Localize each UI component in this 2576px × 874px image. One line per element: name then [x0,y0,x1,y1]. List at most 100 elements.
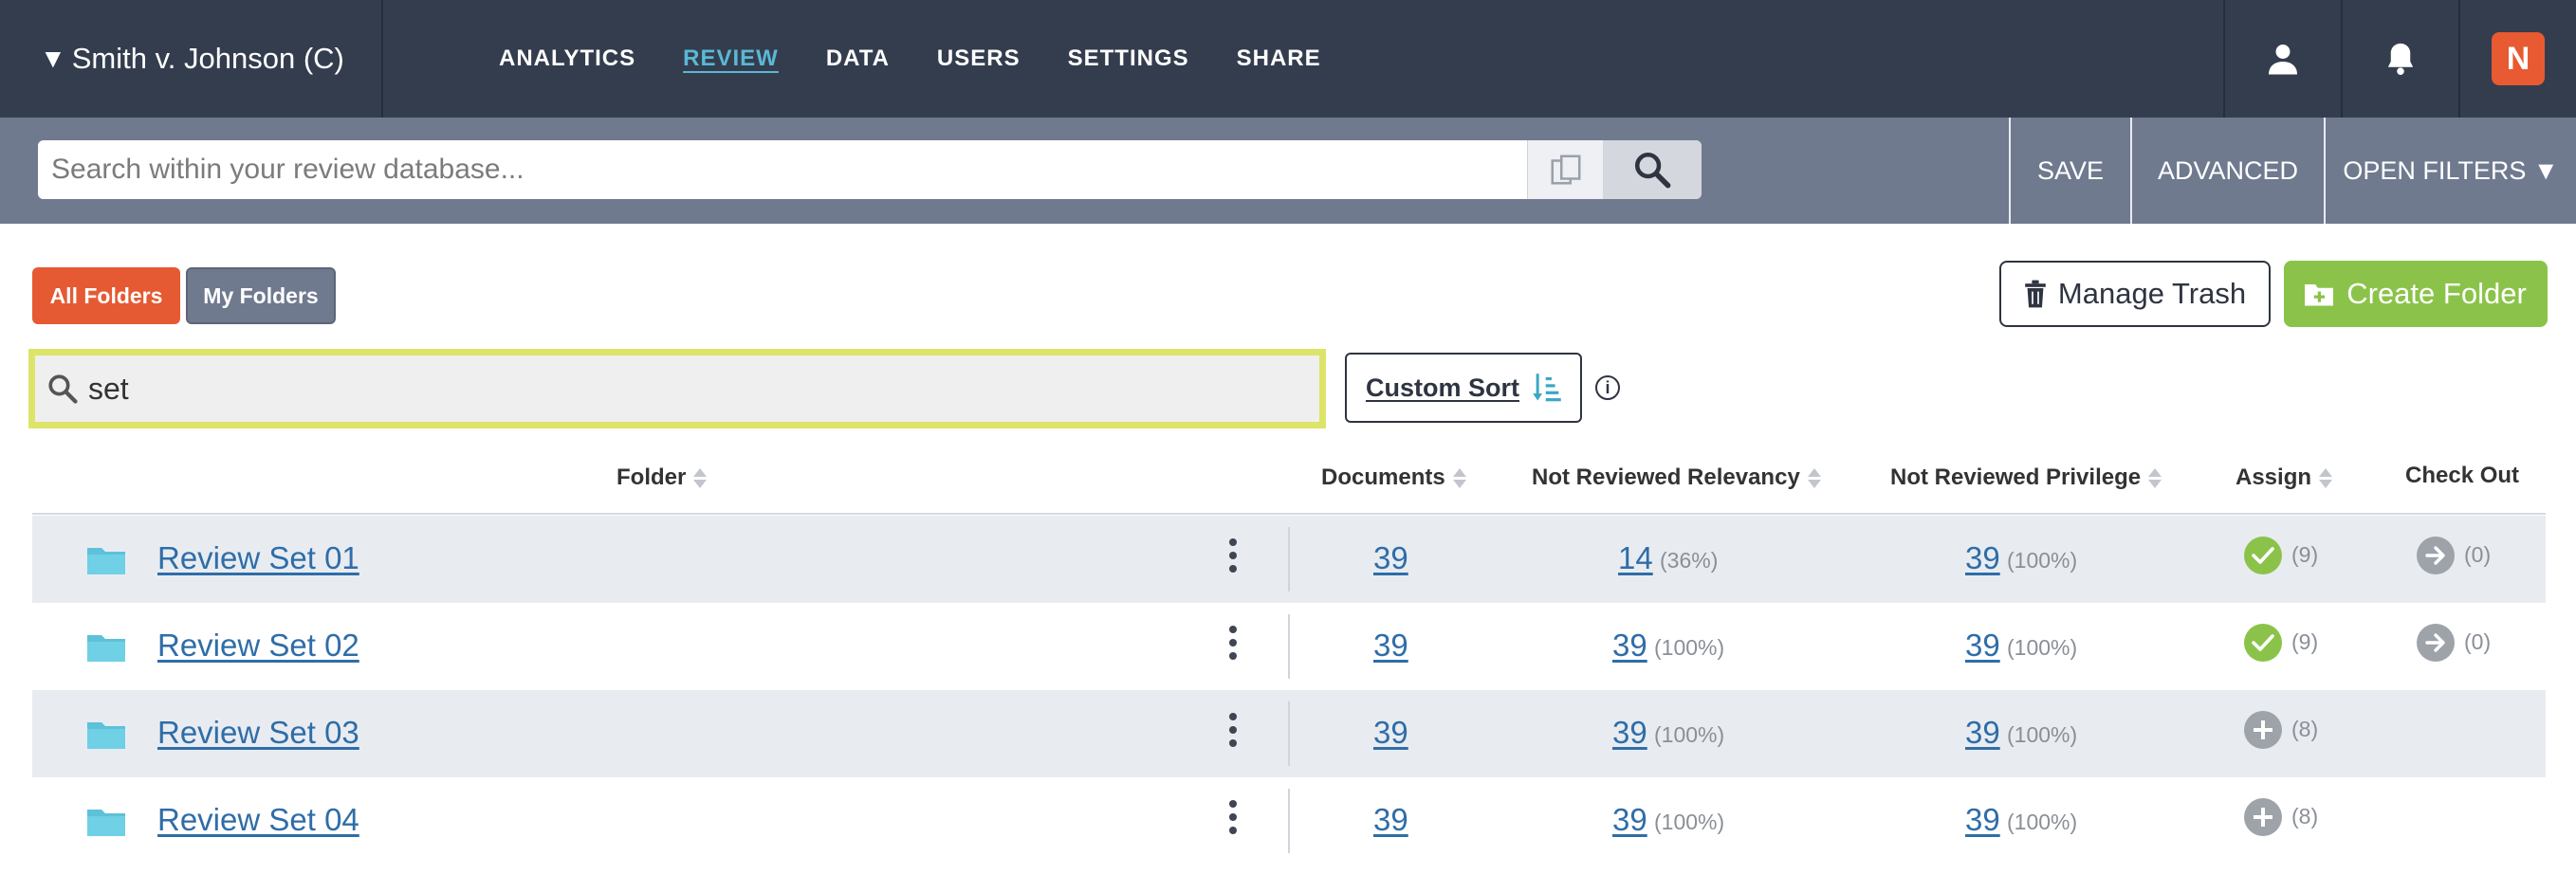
column-divider [1288,789,1290,853]
folder-plus-icon [2305,284,2334,306]
column-not-reviewed-privilege[interactable]: Not Reviewed Privilege [1890,464,2162,491]
relevancy-count-link[interactable]: 39 [1612,715,1647,751]
assigned-check-icon[interactable] [2244,537,2282,574]
create-folder-label: Create Folder [2346,277,2527,310]
sort-arrows-icon [1807,467,1821,488]
folder-name-link[interactable]: Review Set 02 [157,628,359,664]
top-nav-bar: ▼ Smith v. Johnson (C) ANALYTICS REVIEW … [0,0,2576,118]
relevancy-count-link[interactable]: 14 [1618,540,1653,576]
table-header-divider [32,513,2546,515]
folder-name-link[interactable]: Review Set 03 [157,715,359,751]
search-button[interactable] [1603,140,1702,199]
search-bar: SAVE ADVANCED OPEN FILTERS ▼ [0,118,2576,224]
folder-icon [87,635,125,662]
relevancy-percent: (100%) [1654,722,1725,747]
nav-share[interactable]: SHARE [1237,46,1321,72]
column-relevancy-label: Not Reviewed Relevancy [1532,464,1800,490]
manage-trash-button[interactable]: Manage Trash [1999,261,2271,327]
documents-count-link[interactable]: 39 [1373,540,1408,576]
nav-analytics[interactable]: ANALYTICS [499,46,635,72]
assign-plus-icon[interactable] [2244,798,2282,836]
assign-count: (8) [2291,717,2319,741]
folder-icon [87,810,125,836]
relevancy-percent: (100%) [1654,810,1725,834]
checkout-count: (0) [2464,542,2492,567]
more-options-icon[interactable] [1229,713,1237,747]
folder-name-link[interactable]: Review Set 01 [157,540,359,576]
open-filters-button[interactable]: OPEN FILTERS ▼ [2324,118,2576,224]
relevancy-count-link[interactable]: 39 [1612,628,1647,664]
save-search-button[interactable]: SAVE [2009,118,2130,224]
assign-count: (9) [2291,629,2319,654]
all-folders-button[interactable]: All Folders [32,267,180,324]
main-nav: ANALYTICS REVIEW DATA USERS SETTINGS SHA… [499,0,1369,118]
relevancy-percent: (100%) [1654,635,1725,660]
table-row: Review Set 02 39 39 (100%) 39 (100%) (9) (0) [32,603,2546,690]
sort-info-icon[interactable]: i [1595,375,1620,400]
user-button[interactable] [2223,0,2341,118]
table-row: Review Set 03 39 39 (100%) 39 (100%) (8) [32,690,2546,777]
more-options-icon[interactable] [1229,800,1237,834]
brand-button[interactable]: N [2458,0,2576,118]
sort-arrows-icon [1452,467,1466,488]
documents-count-link[interactable]: 39 [1373,715,1408,751]
custom-sort-button[interactable]: Custom Sort [1345,353,1582,423]
relevancy-count-link[interactable]: 39 [1612,802,1647,838]
assigned-check-icon[interactable] [2244,624,2282,662]
create-folder-button[interactable]: Create Folder [2284,261,2548,327]
search-input[interactable] [38,140,1527,199]
notifications-button[interactable] [2341,0,2458,118]
assign-count: (9) [2291,542,2319,567]
privilege-percent: (100%) [2007,548,2078,573]
column-not-reviewed-relevancy[interactable]: Not Reviewed Relevancy [1532,464,1821,491]
column-assign[interactable]: Assign [2236,464,2333,491]
sort-arrows-icon [693,467,708,488]
documents-count-link[interactable]: 39 [1373,628,1408,664]
column-checkout-label: Check Out [2405,463,2520,488]
relevancy-percent: (36%) [1660,548,1719,573]
case-name: Smith v. Johnson (C) [71,42,344,75]
nav-users[interactable]: USERS [937,46,1021,72]
checkout-arrow-icon[interactable] [2417,537,2455,574]
privilege-count-link[interactable]: 39 [1965,715,2000,751]
column-documents[interactable]: Documents [1321,464,1466,491]
my-folders-button[interactable]: My Folders [186,267,336,324]
checkout-arrow-icon[interactable] [2417,624,2455,662]
nav-data[interactable]: DATA [826,46,890,72]
privilege-percent: (100%) [2007,810,2078,834]
case-selector[interactable]: ▼ Smith v. Johnson (C) [0,0,383,118]
assign-plus-icon[interactable] [2244,711,2282,749]
folder-name-link[interactable]: Review Set 04 [157,802,359,838]
user-icon [2269,45,2297,75]
column-divider [1288,614,1290,679]
sort-arrows-icon [2148,467,2162,488]
manage-trash-label: Manage Trash [2057,277,2247,310]
more-options-icon[interactable] [1229,538,1237,573]
privilege-percent: (100%) [2007,722,2078,747]
column-divider [1288,701,1290,766]
more-options-icon[interactable] [1229,626,1237,660]
search-field-group [38,140,1702,199]
advanced-search-button[interactable]: ADVANCED [2130,118,2324,224]
privilege-percent: (100%) [2007,635,2078,660]
privilege-count-link[interactable]: 39 [1965,540,2000,576]
folder-filter-field [28,349,1326,428]
trash-icon [2025,280,2046,308]
privilege-count-link[interactable]: 39 [1965,628,2000,664]
assign-count: (8) [2291,804,2319,828]
case-caret-icon: ▼ [40,44,66,73]
sort-arrows-icon [2319,467,2333,488]
column-privilege-label: Not Reviewed Privilege [1890,464,2142,490]
column-folder[interactable]: Folder [616,464,708,491]
search-icon [48,374,78,404]
documents-count-link[interactable]: 39 [1373,802,1408,838]
folder-filter-input[interactable] [88,371,1226,407]
nav-settings[interactable]: SETTINGS [1068,46,1189,72]
copy-search-button[interactable] [1527,140,1603,199]
nav-review[interactable]: REVIEW [683,46,779,72]
bell-icon [2387,43,2414,75]
checkout-count: (0) [2464,629,2492,654]
privilege-count-link[interactable]: 39 [1965,802,2000,838]
table-row: Review Set 01 39 14 (36%) 39 (100%) (9) (0) [32,516,2546,603]
column-documents-label: Documents [1321,464,1445,490]
